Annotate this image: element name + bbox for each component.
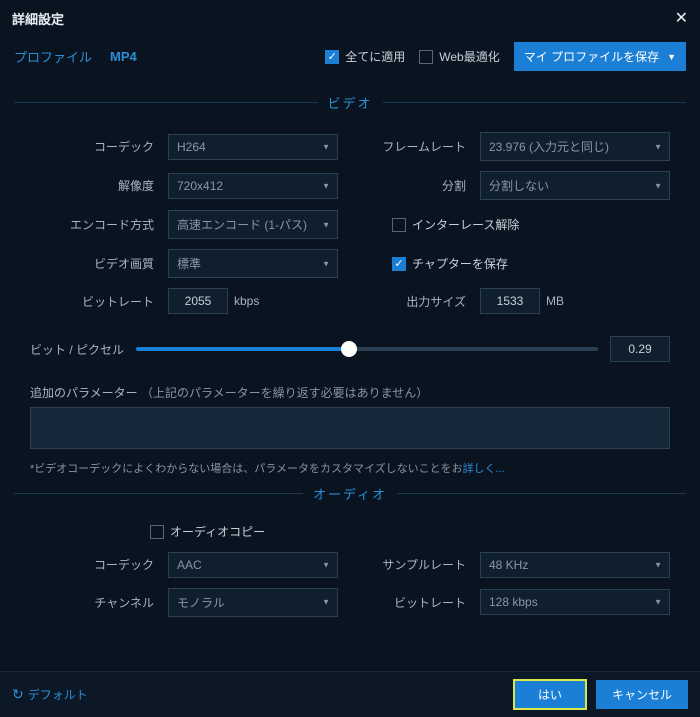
bitrate-unit: kbps	[234, 294, 259, 308]
audio-copy-label: オーディオコピー	[170, 523, 265, 540]
web-opt-label: Web最適化	[439, 48, 499, 65]
audio-bitrate-label: ビットレート	[372, 594, 472, 611]
audio-section-title: オーディオ	[313, 484, 387, 503]
quality-label: ビデオ画質	[30, 255, 160, 272]
codec-label: コーデック	[30, 138, 160, 155]
samplerate-label: サンプルレート	[372, 556, 472, 573]
bitrate-label: ビットレート	[30, 293, 160, 310]
apply-all-label: 全てに適用	[345, 48, 405, 65]
encode-label: エンコード方式	[30, 216, 160, 233]
deinterlace-checkbox[interactable]: インターレース解除	[372, 216, 670, 233]
codec-select[interactable]: H264▼	[168, 134, 338, 160]
channel-select[interactable]: モノラル▼	[168, 588, 338, 617]
split-label: 分割	[372, 177, 472, 194]
framerate-label: フレームレート	[372, 138, 472, 155]
resolution-label: 解像度	[30, 177, 160, 194]
outsize-label: 出力サイズ	[372, 293, 472, 310]
video-section-title: ビデオ	[328, 93, 373, 112]
audio-codec-select[interactable]: AAC▼	[168, 552, 338, 578]
profile-label: プロファイル	[14, 47, 92, 66]
check-icon: ✓	[392, 257, 406, 271]
web-opt-checkbox[interactable]: Web最適化	[419, 48, 499, 65]
refresh-icon: ↻	[12, 686, 24, 703]
resolution-select[interactable]: 720x412▼	[168, 173, 338, 199]
default-button[interactable]: ↻ デフォルト	[12, 686, 88, 703]
bitrate-input[interactable]	[168, 288, 228, 314]
save-profile-button[interactable]: マイ プロファイルを保存 ▼	[514, 42, 686, 71]
deinterlace-label: インターレース解除	[412, 216, 519, 233]
apply-all-checkbox[interactable]: ✓ 全てに適用	[325, 48, 405, 65]
slider-thumb-icon[interactable]	[341, 341, 357, 357]
codec-hint-text: *ビデオコーデックによくわからない場合は、パラメータをカスタマイズしないことをお	[30, 463, 463, 475]
samplerate-select[interactable]: 48 KHz▼	[480, 552, 670, 578]
check-icon	[150, 525, 164, 539]
ok-button[interactable]: はい	[514, 680, 586, 709]
chapter-label: チャプターを保存	[412, 255, 508, 272]
chapter-checkbox[interactable]: ✓ チャプターを保存	[372, 255, 670, 272]
close-icon[interactable]: ✕	[675, 8, 688, 28]
extra-params-input[interactable]	[30, 407, 670, 449]
outsize-unit: MB	[546, 294, 564, 308]
channel-label: チャンネル	[30, 594, 160, 611]
encode-select[interactable]: 高速エンコード (1-パス)▼	[168, 210, 338, 239]
audio-copy-checkbox[interactable]: オーディオコピー	[150, 523, 265, 540]
check-icon: ✓	[325, 50, 339, 64]
extra-params-hint: （上記のパラメーターを繰り返す必要はありません）	[141, 386, 428, 400]
profile-value: MP4	[110, 49, 137, 64]
extra-params-label: 追加のパラメーター	[30, 386, 138, 400]
audio-codec-label: コーデック	[30, 556, 160, 573]
quality-select[interactable]: 標準▼	[168, 249, 338, 278]
bpp-value-input[interactable]	[610, 336, 670, 362]
check-icon	[419, 50, 433, 64]
split-select[interactable]: 分割しない▼	[480, 171, 670, 200]
check-icon	[392, 218, 406, 232]
dialog-title: 詳細設定	[12, 9, 64, 28]
outsize-input[interactable]	[480, 288, 540, 314]
codec-hint-link[interactable]: 詳しく...	[463, 463, 505, 475]
bpp-label: ビット / ピクセル	[30, 341, 124, 358]
bpp-slider[interactable]	[136, 347, 598, 351]
audio-bitrate-select[interactable]: 128 kbps▼	[480, 589, 670, 615]
cancel-button[interactable]: キャンセル	[596, 680, 688, 709]
chevron-down-icon: ▼	[667, 52, 676, 62]
framerate-select[interactable]: 23.976 (入力元と同じ)▼	[480, 132, 670, 161]
